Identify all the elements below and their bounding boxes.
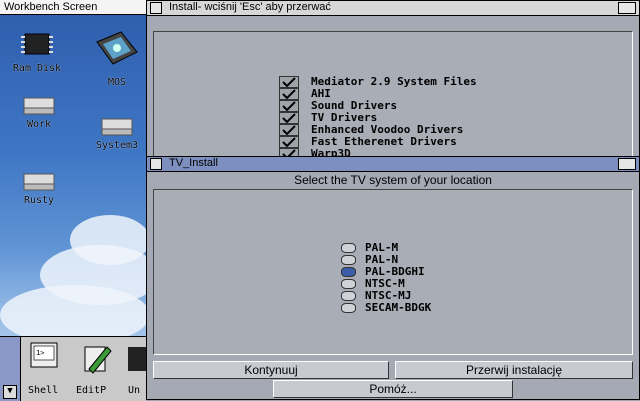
desktop-icon-label: Work <box>26 119 52 130</box>
radio-button[interactable] <box>341 279 356 289</box>
svg-text:1>: 1> <box>36 349 44 357</box>
cloud <box>70 215 150 265</box>
dock-item-editpad[interactable]: EditP <box>74 341 118 399</box>
continue-button[interactable]: Kontynuuj <box>153 361 389 379</box>
desktop-icon-label: MOS <box>107 77 127 88</box>
radio-label: SECAM-BDGK <box>365 301 432 314</box>
checkbox-checked[interactable] <box>279 76 299 88</box>
dock-item-label: Un <box>128 385 141 396</box>
tv-radio-group: PAL-M PAL-N PAL-BDGHI NTSC-M NTSC-MJ SEC… <box>341 241 541 314</box>
checkbox-checked[interactable] <box>279 136 299 148</box>
tv-install-titlebar[interactable]: TV_Install <box>147 157 639 172</box>
radio-button-selected[interactable] <box>341 267 356 277</box>
dock-item-shell[interactable]: 1> Shell <box>24 341 64 399</box>
depth-gadget-icon[interactable] <box>618 2 636 14</box>
screen-title: Workbench Screen <box>4 1 98 13</box>
hard-drive-icon <box>23 97 55 115</box>
checklist-item[interactable]: AHI <box>279 87 619 100</box>
hard-drive-icon <box>101 118 133 136</box>
radio-option-pal-n[interactable]: PAL-N <box>341 253 541 266</box>
desktop-icon-rusty[interactable]: Rusty <box>4 170 74 206</box>
radio-option-pal-m[interactable]: PAL-M <box>341 241 541 254</box>
chevron-down-icon[interactable]: ▼ <box>3 385 17 399</box>
dock-item-unarc[interactable]: Un <box>126 341 148 399</box>
checklist-item[interactable]: Sound Drivers <box>279 99 619 112</box>
dock: ▼ 1> Shell EditP Un <box>0 336 148 401</box>
dock-item-label: Shell <box>28 385 59 396</box>
dock-item-label: EditP <box>76 385 107 396</box>
checklist-item[interactable]: TV Drivers <box>279 111 619 124</box>
radio-button[interactable] <box>341 303 356 313</box>
checkbox-checked[interactable] <box>279 88 299 100</box>
checkmark-icon <box>282 77 296 87</box>
desktop-icon-mos[interactable]: MOS <box>82 30 152 88</box>
chip-icon <box>21 33 53 55</box>
radio-button[interactable] <box>341 255 356 265</box>
shell-icon: 1> <box>30 342 58 368</box>
install-window-titlebar[interactable]: Install- wciśnij 'Esc' aby przerwać <box>147 1 639 16</box>
checkmark-icon <box>282 89 296 99</box>
radio-option-ntsc-mj[interactable]: NTSC-MJ <box>341 289 541 302</box>
checkmark-icon <box>282 101 296 111</box>
close-icon[interactable] <box>150 2 162 14</box>
hard-drive-icon <box>23 173 55 191</box>
abort-installation-button[interactable]: Przerwij instalację <box>395 361 633 379</box>
desktop-icon-label: Ram Disk <box>12 63 62 74</box>
checkbox-checked[interactable] <box>279 112 299 124</box>
tv-install-title: TV_Install <box>169 157 218 169</box>
desktop-icon-label: System3 <box>95 140 139 151</box>
checklist-item-label: Mediator 2.9 System Files <box>311 75 477 88</box>
archive-icon <box>128 347 148 371</box>
depth-gadget-icon[interactable] <box>618 158 636 170</box>
disk-drive-icon <box>96 31 138 65</box>
radio-button[interactable] <box>341 291 356 301</box>
checkbox-checked[interactable] <box>279 124 299 136</box>
install-window-title: Install- wciśnij 'Esc' aby przerwać <box>169 1 331 13</box>
checklist-item[interactable]: Mediator 2.9 System Files <box>279 75 619 88</box>
help-button[interactable]: Pomóż... <box>273 380 513 398</box>
pencil-icon <box>84 346 112 374</box>
desktop-icon-system[interactable]: System3 <box>82 115 152 151</box>
checkmark-icon <box>282 125 296 135</box>
desktop-icon-work[interactable]: Work <box>4 94 74 130</box>
install-window[interactable]: Install- wciśnij 'Esc' aby przerwać Medi… <box>146 0 640 160</box>
tv-install-window[interactable]: TV_Install Select the TV system of your … <box>146 156 640 400</box>
tv-system-prompt: Select the TV system of your location <box>294 173 492 187</box>
radio-button[interactable] <box>341 243 356 253</box>
radio-option-secam-bdgk[interactable]: SECAM-BDGK <box>341 301 541 314</box>
checkmark-icon <box>282 137 296 147</box>
checkbox-checked[interactable] <box>279 100 299 112</box>
install-checklist: Mediator 2.9 System Files AHI Sound Driv… <box>279 75 619 160</box>
checklist-item[interactable]: Enhanced Voodoo Drivers <box>279 123 619 136</box>
close-icon[interactable] <box>150 158 162 170</box>
checkmark-icon <box>282 113 296 123</box>
radio-option-ntsc-m[interactable]: NTSC-M <box>341 277 541 290</box>
radio-option-pal-bdghi[interactable]: PAL-BDGHI <box>341 265 541 278</box>
desktop-icon-label: Rusty <box>23 195 55 206</box>
checklist-item[interactable]: Fast Etherenet Drivers <box>279 135 619 148</box>
desktop-icon-ram-disk[interactable]: Ram Disk <box>2 28 72 74</box>
